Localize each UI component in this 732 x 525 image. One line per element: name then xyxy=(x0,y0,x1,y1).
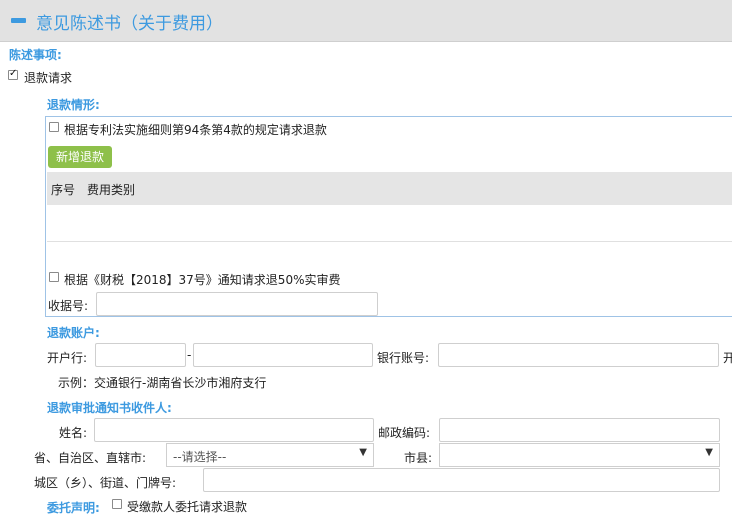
province-select[interactable]: --请选择-- ▼ xyxy=(166,443,374,467)
postcode-label: 邮政编码: xyxy=(378,426,431,440)
name-input[interactable] xyxy=(94,418,374,442)
column-header-index: 序号 xyxy=(51,183,76,197)
rule94-label: 根据专利法实施细则第94条第4款的规定请求退款 xyxy=(64,123,327,137)
city-select[interactable]: ▼ xyxy=(439,443,720,467)
section-title: 意见陈述书（关于费用） xyxy=(36,14,223,34)
rule2018-checkbox[interactable] xyxy=(49,272,59,282)
receipt-label: 收据号: xyxy=(48,299,89,313)
statement-label: 陈述事项: xyxy=(9,48,62,62)
account-label: 银行账号: xyxy=(377,351,430,365)
refund-account-label: 退款账户: xyxy=(47,326,100,340)
address-input[interactable] xyxy=(203,468,720,492)
fee-table-header: 序号 费用类别 xyxy=(47,172,732,205)
postcode-input[interactable] xyxy=(439,418,720,442)
overflow-label: 开 xyxy=(723,351,732,365)
receipt-input[interactable] xyxy=(96,292,378,316)
refund-request-checkbox[interactable] xyxy=(8,68,18,80)
rule94-checkbox[interactable] xyxy=(49,122,59,132)
province-selected: --请选择-- xyxy=(173,450,227,464)
bank-input-1[interactable] xyxy=(95,343,186,367)
fee-table-body xyxy=(47,205,732,242)
chevron-down-icon: ▼ xyxy=(359,447,367,458)
city-label: 市县: xyxy=(404,451,433,465)
name-label: 姓名: xyxy=(59,426,88,440)
account-input[interactable] xyxy=(438,343,719,367)
bank-input-2[interactable] xyxy=(193,343,373,367)
add-refund-button[interactable]: 新增退款 xyxy=(48,146,112,168)
refund-situation-label: 退款情形: xyxy=(47,98,100,112)
entrust-label: 委托声明: xyxy=(47,501,100,515)
bank-example: 示例：交通银行-湖南省长沙市湘府支行 xyxy=(58,376,267,390)
address-label: 城区（乡）、街道、门牌号: xyxy=(34,476,177,490)
section-header[interactable]: 意见陈述书（关于费用） xyxy=(0,0,732,42)
bank-label: 开户行: xyxy=(47,351,88,365)
recipient-label: 退款审批通知书收件人: xyxy=(47,401,172,415)
rule2018-label: 根据《财税【2018】37号》通知请求退50%实审费 xyxy=(64,273,341,287)
collapse-icon[interactable] xyxy=(11,18,26,23)
entrust-checkbox-label: 受缴款人委托请求退款 xyxy=(127,500,248,514)
refund-request-label: 退款请求 xyxy=(24,71,73,85)
column-header-fee-type: 费用类别 xyxy=(87,183,136,197)
province-label: 省、自治区、直辖市: xyxy=(34,451,147,465)
bank-dash: - xyxy=(187,348,192,362)
chevron-down-icon: ▼ xyxy=(705,447,713,458)
entrust-checkbox[interactable] xyxy=(112,499,122,509)
